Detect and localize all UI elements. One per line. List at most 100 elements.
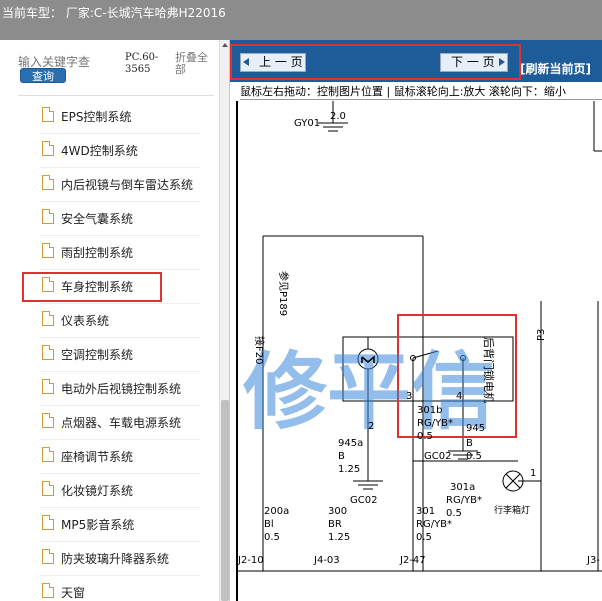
wire-945a: 945a	[338, 438, 363, 449]
wire-945: 945	[466, 423, 485, 434]
tree-item[interactable]: 点烟器、车载电源系统	[0, 406, 218, 440]
wire-color-rg-yb-1: RG/YB*	[417, 418, 453, 429]
tree-item[interactable]: 电动外后视镜控制系统	[0, 372, 218, 406]
scrollbar-thumb[interactable]	[221, 400, 229, 601]
sidebar-header: 查询 PC.60-3565 折叠全部	[0, 40, 218, 90]
wire-color-bl: Bl	[264, 519, 274, 530]
next-page-button[interactable]: 下 一 页	[440, 53, 508, 72]
label-gf20: 接F20	[253, 336, 266, 364]
tree-item[interactable]: 仪表系统	[0, 304, 218, 338]
tree-item-label: 电动外后视镜控制系统	[61, 382, 182, 396]
document-icon	[42, 141, 54, 156]
tree-item-label: EPS控制系统	[61, 110, 132, 124]
connector-j4-03: J4-03	[313, 555, 340, 566]
wire-color-br: BR	[328, 519, 342, 530]
tree-item-label: MP5影音系统	[61, 518, 135, 532]
top-bar: 当前车型： 厂家:C-长城汽车哈弗H22016	[0, 0, 602, 40]
tree-item[interactable]: 内后视镜与倒车雷达系统	[0, 168, 218, 202]
collapse-all-link[interactable]: 折叠全部	[175, 52, 217, 76]
tree-item[interactable]: 车身控制系统	[0, 270, 218, 304]
wire-301b: 301b	[417, 405, 442, 416]
refresh-page-link[interactable]: [刷新当前页]	[520, 60, 591, 77]
wire-301: 301	[416, 506, 435, 517]
tree-item[interactable]: 座椅调节系统	[0, 440, 218, 474]
tree-item-label: 安全气囊系统	[61, 212, 134, 226]
wire-300: 300	[328, 506, 347, 517]
wire-200a: 200a	[264, 506, 289, 517]
tree-item[interactable]: 化妆镜灯系统	[0, 474, 218, 508]
label-trunk-lamp: 行李箱灯	[494, 504, 530, 516]
search-button[interactable]: 查询	[20, 68, 66, 83]
wire-size-05-a: 0.5	[417, 431, 433, 442]
document-icon	[42, 175, 54, 190]
pin-1: 1	[530, 468, 536, 479]
wire-b-2: B	[466, 438, 473, 449]
tree-item[interactable]: 安全气囊系统	[0, 202, 218, 236]
model-code: PC.60-3565	[125, 52, 159, 75]
tree-item[interactable]: EPS控制系统	[0, 100, 218, 134]
document-icon	[42, 481, 54, 496]
pin-3: 3	[406, 391, 412, 402]
sidebar: 查询 PC.60-3565 折叠全部 EPS控制系统 4WD控制系统内后视镜与倒车…	[0, 40, 230, 601]
arrow-right-icon	[499, 58, 505, 66]
wire-size-05-e: 0.5	[416, 532, 432, 543]
tree-item-label: 天窗	[61, 586, 86, 600]
tree-item-label: 座椅调节系统	[61, 450, 134, 464]
document-icon	[42, 277, 54, 292]
tree-item-label: 点烟器、车载电源系统	[61, 416, 182, 430]
wiring-diagram-svg: 修平信 GY01 2.0 2 3 4 301b RG/YB* 0.5 945 B…	[238, 101, 602, 572]
wire-size-125-b: 1.25	[328, 532, 350, 543]
viewer-toolbar: 上 一 页 下 一 页 [刷新当前页]	[230, 40, 602, 82]
tree-item-label: 仪表系统	[61, 314, 110, 328]
wiring-diagram[interactable]: 修平信 GY01 2.0 2 3 4 301b RG/YB* 0.5 945 B…	[236, 101, 602, 601]
wire-301a: 301a	[450, 482, 475, 493]
tree-item-label: 车身控制系统	[61, 280, 134, 294]
connector-j3: J3-	[586, 555, 600, 566]
tree-item[interactable]: MP5影音系统	[0, 508, 218, 542]
prev-page-label: 上 一 页	[259, 55, 303, 69]
tree-item-label: 雨刮控制系统	[61, 246, 134, 260]
tree-item-label: 空调控制系统	[61, 348, 134, 362]
wire-color-rg-yb-3: RG/YB*	[416, 519, 452, 530]
tree-item-label: 防夹玻璃升降器系统	[61, 552, 170, 566]
pin-2: 2	[368, 421, 374, 432]
category-tree: EPS控制系统 4WD控制系统内后视镜与倒车雷达系统 安全气囊系统 雨刮控制系统 车身控…	[0, 100, 218, 601]
tree-item[interactable]: 4WD控制系统	[0, 134, 218, 168]
tree-item-label: 化妆镜灯系统	[61, 484, 134, 498]
label-gy01: GY01	[294, 118, 320, 129]
viewer-hint: 鼠标左右拖动：控制图片位置 | 鼠标滚轮向上:放大 滚轮向下：缩小	[240, 83, 602, 100]
document-icon	[42, 549, 54, 564]
connector-j2-47: J2-47	[399, 555, 426, 566]
connector-j2-10: J2-10	[238, 555, 264, 566]
scroll-up-arrow-icon[interactable]	[222, 43, 228, 47]
wire-size-05-b: 0.5	[466, 451, 482, 462]
label-ref-p189: 参见P189	[277, 271, 290, 316]
wire-size-05-d: 0.5	[264, 532, 280, 543]
tree-item[interactable]: 天窗	[0, 576, 218, 601]
document-icon	[42, 379, 54, 394]
document-icon	[42, 243, 54, 258]
document-icon	[42, 413, 54, 428]
prev-page-button[interactable]: 上 一 页	[240, 53, 306, 72]
tree-item-label: 4WD控制系统	[61, 144, 138, 158]
document-icon	[42, 447, 54, 462]
document-icon	[42, 583, 54, 598]
label-tailgate-lock-motor: 后背门锁电机	[482, 337, 496, 403]
document-icon	[42, 311, 54, 326]
label-gy01-size: 2.0	[330, 111, 346, 122]
wire-size-125-a: 1.25	[338, 464, 360, 475]
label-gc02-b: GC02	[424, 451, 451, 462]
tree-item[interactable]: 雨刮控制系统	[0, 236, 218, 270]
wire-size-05-c: 0.5	[446, 508, 462, 519]
document-icon	[42, 107, 54, 122]
tree-item-label: 内后视镜与倒车雷达系统	[61, 178, 194, 192]
diagram-viewer: 上 一 页 下 一 页 [刷新当前页] 鼠标左右拖动：控制图片位置 | 鼠标滚轮…	[230, 40, 602, 601]
document-icon	[42, 209, 54, 224]
tree-item[interactable]: 空调控制系统	[0, 338, 218, 372]
wire-color-rg-yb-2: RG/YB*	[446, 495, 482, 506]
sidebar-divider	[18, 95, 214, 96]
next-page-label: 下 一 页	[451, 55, 495, 69]
tree-item[interactable]: 防夹玻璃升降器系统	[0, 542, 218, 576]
label-gc02-a: GC02	[350, 495, 377, 506]
sidebar-scrollbar[interactable]	[219, 40, 229, 601]
